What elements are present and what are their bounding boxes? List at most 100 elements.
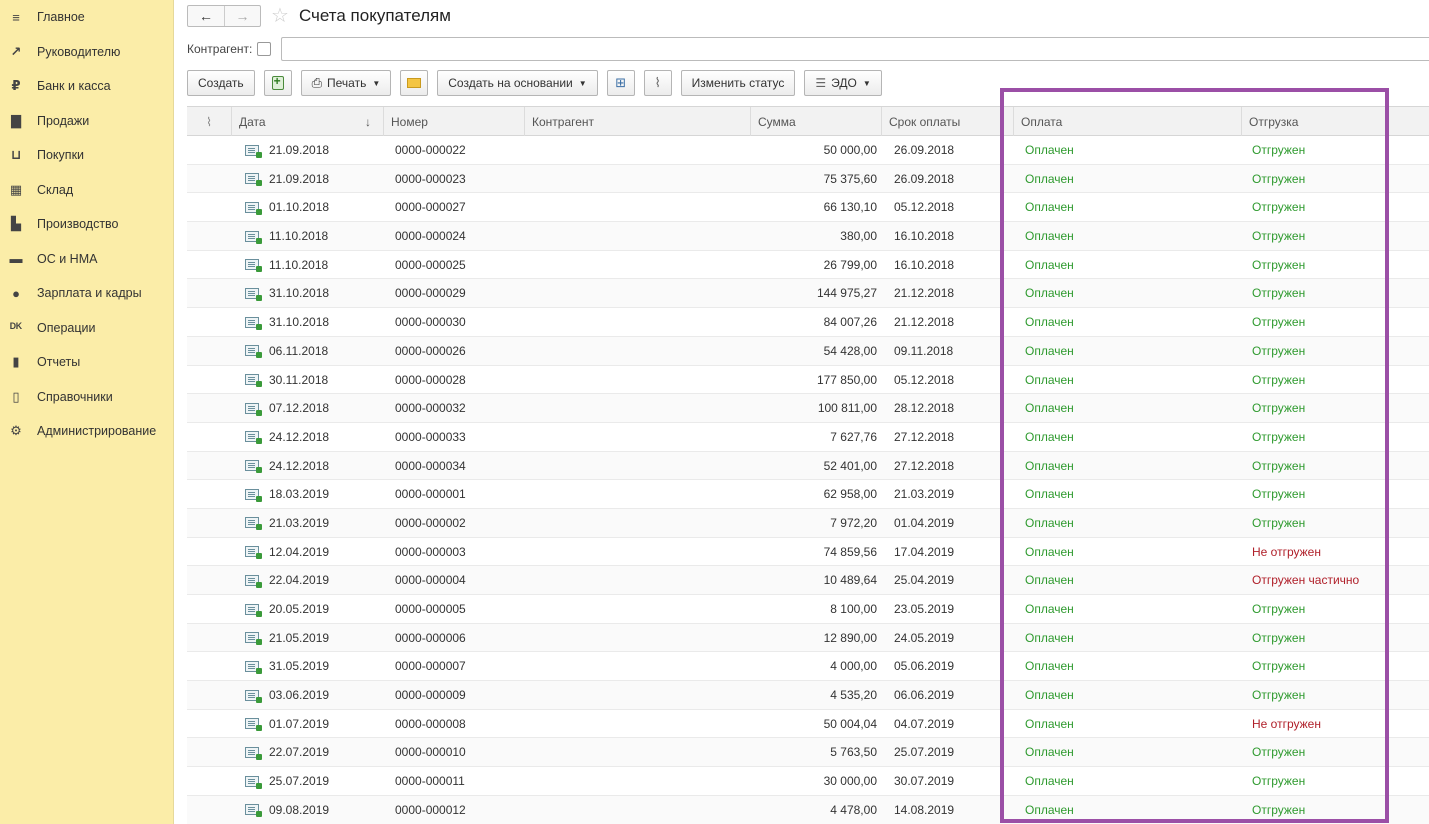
table-row[interactable]: 01.07.2019 0000-000008 50 004,04 04.07.2019… bbox=[187, 710, 1429, 739]
sidebar-item[interactable]: ▙ Производство bbox=[0, 207, 173, 242]
date-cell: 01.10.2018 bbox=[245, 193, 329, 221]
date-cell: 30.11.2018 bbox=[245, 366, 328, 394]
date-value: 31.05.2019 bbox=[269, 659, 330, 674]
forward-button[interactable]: → bbox=[224, 6, 260, 26]
trend-icon: ↗ bbox=[10, 43, 22, 59]
table-row[interactable]: 11.10.2018 0000-000025 26 799,00 16.10.2018… bbox=[187, 251, 1429, 280]
invoice-document-icon bbox=[245, 287, 262, 301]
table-row[interactable]: 21.03.2019 0000-000002 7 972,20 01.04.2019 О… bbox=[187, 508, 1429, 538]
table-row[interactable]: 01.10.2018 0000-000027 66 130,10 05.12.2018… bbox=[187, 193, 1429, 223]
table-row[interactable]: 20.05.2019 0000-000005 8 100,00 23.05.2019 О… bbox=[187, 595, 1429, 624]
date-cell: 06.11.2018 bbox=[245, 337, 328, 365]
date-cell: 31.10.2018 bbox=[245, 279, 329, 307]
payment-column-header[interactable]: Оплата bbox=[1013, 107, 1241, 136]
sum-cell: 26 799,00 bbox=[823, 257, 877, 272]
due-date-cell: 26.09.2018 bbox=[894, 171, 955, 186]
table-row[interactable]: 21.09.2018 0000-000022 50 000,00 26.09.2018… bbox=[187, 136, 1429, 165]
paperclip-icon: ⌇ bbox=[206, 114, 212, 129]
shipment-status-cell: Отгружен bbox=[1252, 745, 1306, 760]
sidebar-item[interactable]: ⊔ Покупки bbox=[0, 138, 173, 173]
sum-column-header[interactable]: Сумма bbox=[750, 107, 881, 136]
attach-button[interactable]: ⌇ bbox=[643, 70, 672, 96]
add-document-icon bbox=[271, 74, 284, 90]
shipment-status-cell: Отгружен bbox=[1252, 688, 1306, 703]
counterparty-filter-checkbox[interactable] bbox=[257, 42, 272, 56]
chevron-down-icon: ▼ bbox=[862, 78, 871, 88]
date-value: 24.12.2018 bbox=[269, 458, 330, 473]
table-row[interactable]: 24.12.2018 0000-000034 52 401,00 27.12.2018… bbox=[187, 451, 1429, 481]
due-date-cell: 25.04.2019 bbox=[894, 573, 955, 588]
shipment-status-cell: Отгружен bbox=[1252, 630, 1306, 645]
back-button[interactable]: ← bbox=[188, 6, 224, 26]
table-row[interactable]: 06.11.2018 0000-000026 54 428,00 09.11.2018… bbox=[187, 336, 1429, 366]
counterparty-column-header[interactable]: Контрагент bbox=[524, 107, 750, 136]
shipment-column-header[interactable]: Отгрузка bbox=[1241, 107, 1429, 136]
sidebar-item[interactable]: ᴰᴷ Операции bbox=[0, 311, 173, 346]
invoice-document-icon bbox=[245, 804, 262, 818]
table-row[interactable]: 22.04.2019 0000-000004 10 489,64 25.04.2019… bbox=[187, 566, 1429, 595]
date-value: 18.03.2019 bbox=[269, 487, 330, 502]
date-value: 25.07.2019 bbox=[269, 774, 330, 789]
shipment-status-cell: Отгружен bbox=[1252, 372, 1306, 387]
number-cell: 0000-000012 bbox=[395, 802, 466, 817]
table-row[interactable]: 21.05.2019 0000-000006 12 890,00 24.05.2019… bbox=[187, 623, 1429, 653]
table-row[interactable]: 31.10.2018 0000-000030 84 007,26 21.12.2018… bbox=[187, 308, 1429, 337]
number-cell: 0000-000005 bbox=[395, 602, 466, 616]
shipment-status-cell: Не отгружен bbox=[1252, 716, 1321, 731]
create-based-on-button[interactable]: Создать на основании ▼ bbox=[437, 70, 598, 96]
sidebar-item[interactable]: ▯ Справочники bbox=[0, 380, 173, 415]
create-copy-button[interactable] bbox=[263, 70, 292, 96]
table-row[interactable]: 11.10.2018 0000-000024 380,00 16.10.2018 Опл… bbox=[187, 222, 1429, 251]
table-row[interactable]: 07.12.2018 0000-000032 100 811,00 28.12.201… bbox=[187, 394, 1429, 423]
sidebar-item[interactable]: ● Зарплата и кадры bbox=[0, 276, 173, 311]
sidebar-item[interactable]: ▦ Склад bbox=[0, 173, 173, 208]
invoice-document-icon bbox=[245, 517, 262, 531]
table-row[interactable]: 12.04.2019 0000-000003 74 859,56 17.04.2019… bbox=[187, 538, 1429, 567]
create-based-on-label: Создать на основании bbox=[448, 76, 573, 90]
shipment-status-cell: Отгружен bbox=[1252, 286, 1306, 301]
date-cell: 09.08.2019 bbox=[245, 796, 329, 824]
shipment-status-cell: Отгружен bbox=[1252, 429, 1306, 444]
table-row[interactable]: 30.11.2018 0000-000028 177 850,00 05.12.201… bbox=[187, 366, 1429, 395]
date-column-header[interactable]: Дата ↓ bbox=[231, 107, 383, 136]
create-button[interactable]: Создать bbox=[187, 70, 255, 96]
print-button[interactable]: ⎙ Печать ▼ bbox=[300, 70, 392, 96]
sidebar-item[interactable]: ≡ Главное bbox=[0, 0, 173, 35]
invoice-document-icon bbox=[245, 316, 262, 330]
sidebar-item[interactable]: ₽ Банк и касса bbox=[0, 69, 173, 104]
number-column-header[interactable]: Номер bbox=[383, 107, 524, 136]
invoice-document-icon bbox=[245, 144, 262, 158]
table-row[interactable]: 09.08.2019 0000-000012 4 478,00 14.08.2019 О… bbox=[187, 795, 1429, 824]
payment-status-cell: Оплачен bbox=[1025, 229, 1074, 244]
sidebar-item[interactable]: ↗ Руководителю bbox=[0, 35, 173, 70]
table-row[interactable]: 21.09.2018 0000-000023 75 375,60 26.09.2018… bbox=[187, 164, 1429, 194]
payment-status-cell: Оплачен bbox=[1025, 630, 1074, 645]
warehouse-icon: ▦ bbox=[9, 181, 23, 197]
table-row[interactable]: 03.06.2019 0000-000009 4 535,20 06.06.2019 О… bbox=[187, 681, 1429, 710]
send-email-button[interactable] bbox=[400, 70, 429, 96]
table-row[interactable]: 31.05.2019 0000-000007 4 000,00 05.06.2019 О… bbox=[187, 652, 1429, 682]
payment-status-cell: Оплачен bbox=[1025, 372, 1074, 387]
shipment-status-cell: Отгружен bbox=[1252, 515, 1306, 530]
sidebar-item[interactable]: ▬ ОС и НМА bbox=[0, 242, 173, 277]
counterparty-filter-input[interactable] bbox=[281, 37, 1429, 61]
sidebar-item[interactable]: ⚙ Администрирование bbox=[0, 414, 173, 449]
due-date-column-header[interactable]: Срок оплаты bbox=[881, 107, 1001, 136]
edo-button[interactable]: ☰ ЭДО ▼ bbox=[804, 70, 882, 96]
table-row[interactable]: 18.03.2019 0000-000001 62 958,00 21.03.2019… bbox=[187, 480, 1429, 509]
payment-status-cell: Оплачен bbox=[1025, 257, 1074, 272]
sidebar-item-label: Справочники bbox=[37, 389, 113, 404]
chevron-down-icon: ▼ bbox=[372, 78, 381, 88]
table-row[interactable]: 22.07.2019 0000-000010 5 763,50 25.07.2019 О… bbox=[187, 738, 1429, 768]
edo-label: ЭДО bbox=[831, 76, 857, 90]
attachment-column-header[interactable]: ⌇ bbox=[187, 107, 231, 136]
structure-button[interactable]: ⊞ bbox=[606, 70, 635, 96]
table-row[interactable]: 25.07.2019 0000-000011 30 000,00 30.07.2019… bbox=[187, 767, 1429, 796]
sidebar-item[interactable]: ▇ Продажи bbox=[0, 104, 173, 139]
table-row[interactable]: 24.12.2018 0000-000033 7 627,76 27.12.2018 О… bbox=[187, 423, 1429, 452]
sidebar-item[interactable]: ▮ Отчеты bbox=[0, 345, 173, 380]
chevron-down-icon: ▼ bbox=[578, 78, 587, 88]
table-row[interactable]: 31.10.2018 0000-000029 144 975,27 21.12.201… bbox=[187, 279, 1429, 309]
change-status-button[interactable]: Изменить статус bbox=[680, 70, 796, 96]
favorite-star-icon[interactable]: ☆ bbox=[271, 6, 289, 26]
